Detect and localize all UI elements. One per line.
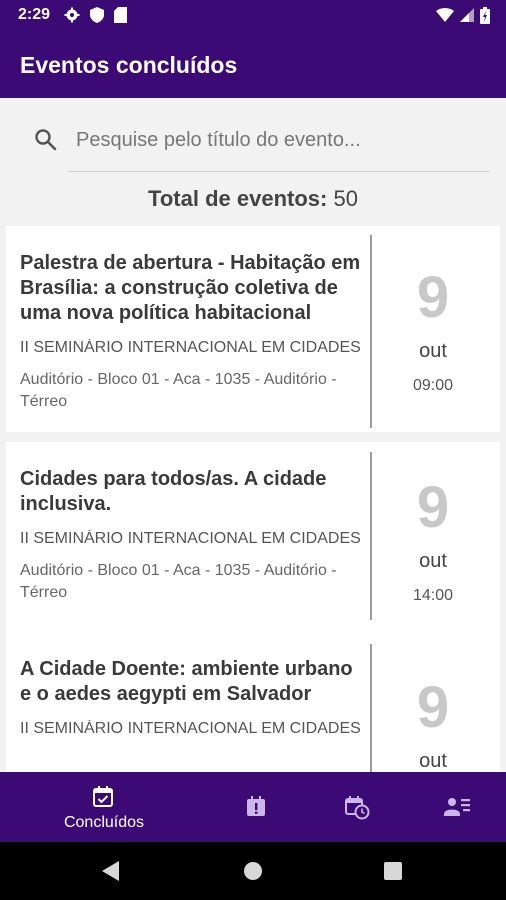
- card-divider: [370, 644, 372, 772]
- event-card[interactable]: Cidades para todos/as. A cidade inclusiv…: [6, 442, 500, 632]
- app-bar: Eventos concluídos: [0, 30, 506, 98]
- event-time: 14:00: [412, 587, 454, 604]
- event-location: Auditório - Bloco 01 - Aca - 1035 - Audi…: [20, 562, 337, 601]
- event-day: 9: [416, 265, 450, 330]
- search-bar: [0, 98, 506, 188]
- event-date: 9 out: [376, 675, 490, 773]
- nav-item-contacts[interactable]: [426, 772, 486, 842]
- event-list: Palestra de abertura - Habitação em Bras…: [6, 226, 500, 772]
- event-month: out: [419, 550, 447, 572]
- search-input[interactable]: [76, 126, 486, 154]
- recents-icon[interactable]: [384, 862, 402, 880]
- contacts-icon: [444, 798, 470, 816]
- shield-icon: [90, 7, 105, 23]
- search-icon[interactable]: [34, 128, 58, 152]
- event-title: A Cidade Doente: ambiente urbano e o aed…: [20, 658, 353, 705]
- event-day: 9: [416, 675, 450, 740]
- status-icons-left: [64, 7, 128, 23]
- page-title: Eventos concluídos: [20, 52, 238, 78]
- calendar-check-icon: [93, 786, 113, 807]
- event-date: 9 out 09:00: [376, 268, 490, 395]
- status-icons-right: [436, 6, 490, 24]
- calendar-alert-icon: [247, 796, 265, 816]
- battery-icon: [480, 6, 490, 24]
- event-info: Cidades para todos/as. A cidade inclusiv…: [20, 442, 366, 604]
- event-month: out: [419, 340, 447, 362]
- wifi-icon: [436, 8, 454, 22]
- event-info: Palestra de abertura - Habitação em Bras…: [20, 226, 366, 413]
- event-time: 09:00: [412, 377, 454, 394]
- gear-icon: [64, 7, 80, 23]
- calendar-clock-icon: [345, 796, 370, 820]
- total-value: 50: [333, 186, 358, 211]
- event-date: 9 out 14:00: [376, 478, 490, 605]
- back-icon[interactable]: [101, 860, 121, 882]
- nav-item-scheduled[interactable]: [326, 772, 386, 842]
- nav-item-alerts[interactable]: [226, 772, 286, 842]
- status-bar: 2:29: [0, 0, 506, 30]
- event-day: 9: [416, 475, 450, 540]
- total-events: Total de eventos: 50: [0, 186, 506, 212]
- event-title: Palestra de abertura - Habitação em Bras…: [20, 252, 361, 324]
- card-divider: [370, 235, 372, 428]
- sd-card-icon: [114, 7, 128, 23]
- nav-label: Concluídos: [63, 814, 145, 831]
- event-card[interactable]: Palestra de abertura - Habitação em Bras…: [6, 226, 500, 432]
- event-month: out: [419, 750, 447, 772]
- event-name: II SEMINÁRIO INTERNACIONAL EM CIDADES: [20, 339, 361, 356]
- event-location: Auditório - Bloco 01 - Aca - 1035 - Audi…: [20, 371, 337, 410]
- event-info: A Cidade Doente: ambiente urbano e o aed…: [20, 632, 366, 750]
- home-icon[interactable]: [243, 861, 263, 881]
- signal-icon: [460, 8, 474, 22]
- total-label: Total de eventos:: [148, 186, 328, 211]
- event-card[interactable]: A Cidade Doente: ambiente urbano e o aed…: [6, 632, 500, 772]
- event-name: II SEMINÁRIO INTERNACIONAL EM CIDADES: [20, 530, 361, 547]
- status-time: 2:29: [18, 6, 51, 23]
- search-divider: [68, 171, 490, 172]
- event-title: Cidades para todos/as. A cidade inclusiv…: [20, 468, 327, 515]
- nav-item-concluidos[interactable]: Concluídos: [44, 772, 164, 842]
- event-name: II SEMINÁRIO INTERNACIONAL EM CIDADES: [20, 720, 361, 737]
- bottom-nav: Concluídos: [0, 772, 506, 842]
- system-nav-bar: [0, 842, 506, 900]
- card-divider: [370, 452, 372, 620]
